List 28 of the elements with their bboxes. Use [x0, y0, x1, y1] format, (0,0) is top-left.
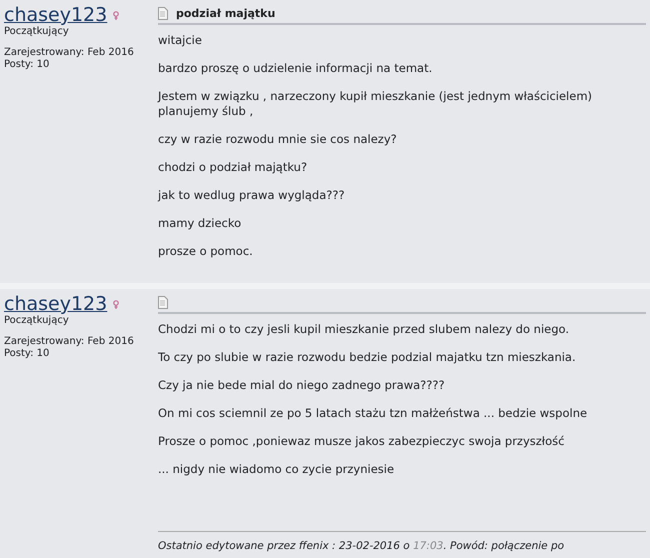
post-text: To czy po slubie w razie rozwodu bedzie podzial majatku tzn mieszkania. — [158, 350, 577, 365]
registration-date: Zarejestrowany: Feb 2016 — [4, 47, 135, 59]
post-text: witajcie — [158, 33, 203, 48]
document-icon — [158, 296, 168, 308]
post-text: chodzi o podział majątku? — [158, 160, 308, 175]
post-count: Posty: 10 — [4, 348, 50, 360]
post-text: bardzo proszę o udzielenie informacji na temat. — [158, 61, 434, 76]
gender-icon — [113, 300, 120, 308]
post-text: prosze o pomoc. — [158, 244, 254, 259]
username-link[interactable]: chasey123 — [4, 293, 108, 315]
post-text: Prosze o pomoc ,poniewaz musze jakos zabezpieczyc swoja przyszłość — [158, 434, 566, 449]
gender-icon — [113, 10, 120, 20]
post-text: mamy dziecko — [158, 216, 242, 231]
post-text: ... nigdy nie wiadomo co zycie przyniesie — [158, 462, 396, 477]
registration-date: Zarejestrowany: Feb 2016 — [4, 336, 135, 348]
post-count: Posty: 10 — [4, 59, 50, 71]
edit-note: Ostatnio edytowane przez ffenix : 23-02-2016 o 17:03. Powód: połączenie po — [158, 531, 646, 552]
post-text: czy w razie rozwodu mnie sie cos nalezy? — [158, 132, 398, 147]
post-text: Czy ja nie bede mial do niego zadnego prawa???? — [158, 378, 446, 393]
username-link[interactable]: chasey123 — [4, 4, 108, 26]
document-icon — [158, 6, 168, 20]
post-text: Chodzi mi o to czy jesli kupil mieszkanie przed slubem nalezy do niego. — [158, 322, 570, 337]
user-rank: Początkujący — [4, 26, 69, 38]
post-text: jak to wedlug prawa wygląda??? — [158, 188, 346, 203]
post-text: Jestem w związku , narzeczony kupił mieszkanie (jest jednym właścicielem) planujemy ślub , — [158, 89, 594, 119]
post-title: podział majątku — [176, 6, 276, 20]
post-text: On mi cos sciemnil ze po 5 latach stażu tzn małżeństwa ... bedzie wspolne — [158, 406, 588, 421]
user-rank: Początkujący — [4, 315, 69, 327]
